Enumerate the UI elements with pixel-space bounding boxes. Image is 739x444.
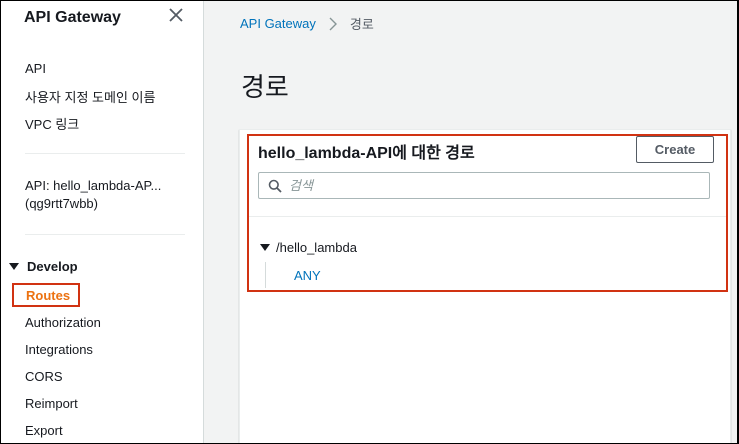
sidebar-divider: [25, 234, 185, 235]
sidebar-item-integrations[interactable]: Integrations: [25, 342, 93, 357]
sidebar-item-vpc-link[interactable]: VPC 링크: [25, 114, 79, 133]
sidebar-item-routes[interactable]: Routes: [12, 283, 80, 307]
breadcrumb-current: 경로: [349, 17, 374, 32]
create-button[interactable]: Create: [636, 136, 714, 163]
tree-line: [265, 262, 266, 288]
caret-down-icon: [260, 244, 270, 251]
sidebar-api-name[interactable]: API: hello_lambda-AP...: [25, 178, 161, 193]
panel-title: hello_lambda-API에 대한 경로: [258, 145, 475, 162]
search-input[interactable]: [289, 173, 699, 198]
sidebar-api-id[interactable]: (qg9rtt7wbb): [25, 196, 98, 211]
sidebar-section-develop[interactable]: Develop: [9, 259, 78, 274]
search-box: [258, 172, 710, 199]
sidebar-title: API Gateway: [24, 9, 121, 26]
sidebar-item-authorization[interactable]: Authorization: [25, 315, 101, 330]
route-method-any[interactable]: ANY: [294, 268, 321, 283]
app-window: API Gateway API 사용자 지정 도메인 이름 VPC 링크 API…: [1, 1, 737, 443]
sidebar-item-custom-domain[interactable]: 사용자 지정 도메인 이름: [25, 87, 155, 106]
sidebar-section-label: Develop: [27, 259, 78, 274]
panel-divider: [249, 216, 726, 217]
sidebar-item-reimport[interactable]: Reimport: [25, 396, 78, 411]
caret-down-icon: [9, 263, 19, 270]
page-title: 경로: [241, 72, 289, 102]
search-icon: [268, 179, 282, 193]
breadcrumb-root[interactable]: API Gateway: [240, 16, 316, 31]
close-icon[interactable]: [167, 6, 185, 24]
sidebar-divider: [25, 153, 185, 154]
sidebar-item-cors[interactable]: CORS: [25, 369, 63, 384]
breadcrumb: API Gateway 경로: [240, 14, 374, 33]
sidebar: API Gateway API 사용자 지정 도메인 이름 VPC 링크 API…: [1, 1, 204, 443]
sidebar-item-export[interactable]: Export: [25, 423, 63, 438]
chevron-right-icon: [329, 17, 337, 30]
sidebar-item-api[interactable]: API: [25, 61, 46, 76]
route-path: /hello_lambda: [276, 240, 357, 255]
route-item[interactable]: /hello_lambda: [260, 240, 357, 255]
